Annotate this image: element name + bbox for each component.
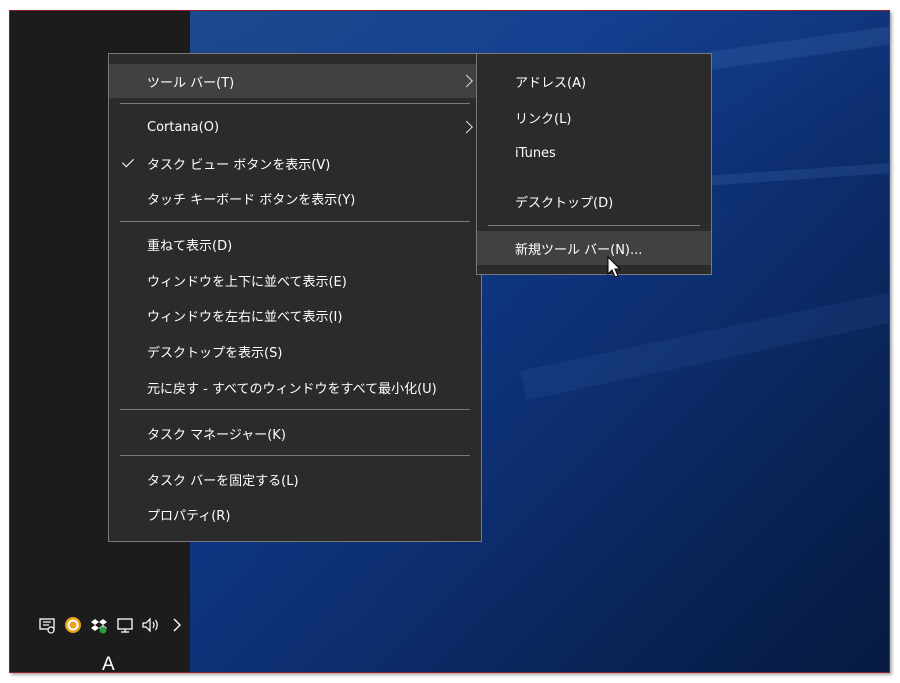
menu-item-label: ウィンドウを上下に並べて表示(E) xyxy=(147,274,347,290)
action-center-icon[interactable] xyxy=(36,614,58,636)
mouse-pointer-icon xyxy=(607,256,622,278)
menu-item-label: 新規ツール バー(N)... xyxy=(515,242,643,258)
menu-item-undo-minimize[interactable]: 元に戻す - すべてのウィンドウをすべて最小化(U) xyxy=(109,370,481,404)
ime-indicator[interactable]: A xyxy=(102,654,115,672)
menu-separator xyxy=(120,409,470,410)
chevron-right-icon xyxy=(460,120,473,134)
network-icon[interactable] xyxy=(114,614,136,636)
wallpaper-light-ray xyxy=(520,287,889,401)
menu-separator xyxy=(488,225,700,226)
menu-item-label: プロパティ(R) xyxy=(147,508,231,524)
menu-item-show-task-view[interactable]: タスク ビュー ボタンを表示(V) xyxy=(109,146,481,180)
checkmark-icon xyxy=(121,155,135,168)
menu-item-label: タスク バーを固定する(L) xyxy=(147,473,299,489)
dropbox-icon[interactable] xyxy=(88,614,110,636)
menu-item-label: リンク(L) xyxy=(515,111,572,127)
menu-separator xyxy=(120,455,470,456)
menu-item-lock-taskbar[interactable]: タスク バーを固定する(L) xyxy=(109,462,481,496)
submenu-item-links[interactable]: リンク(L) xyxy=(477,100,711,134)
menu-item-side-by-side[interactable]: ウィンドウを左右に並べて表示(I) xyxy=(109,298,481,332)
menu-item-label: タスク マネージャー(K) xyxy=(147,427,286,443)
menu-item-toolbars[interactable]: ツール バー(T) xyxy=(109,64,481,98)
menu-item-stack[interactable]: ウィンドウを上下に並べて表示(E) xyxy=(109,263,481,297)
volume-icon[interactable] xyxy=(140,614,162,636)
menu-item-cascade[interactable]: 重ねて表示(D) xyxy=(109,227,481,261)
system-tray xyxy=(36,613,192,637)
menu-item-label: ツール バー(T) xyxy=(147,75,235,91)
app-orange-icon[interactable] xyxy=(62,614,84,636)
menu-item-cortana[interactable]: Cortana(O) xyxy=(109,110,481,144)
menu-item-label: タスク ビュー ボタンを表示(V) xyxy=(147,157,331,173)
menu-item-task-manager[interactable]: タスク マネージャー(K) xyxy=(109,416,481,450)
menu-item-label: Cortana(O) xyxy=(147,119,220,135)
menu-item-label: iTunes xyxy=(515,145,556,161)
chevron-right-icon[interactable] xyxy=(166,614,188,636)
menu-item-show-touch-keyboard[interactable]: タッチ キーボード ボタンを表示(Y) xyxy=(109,181,481,215)
submenu-item-address[interactable]: アドレス(A) xyxy=(477,64,711,98)
menu-item-properties[interactable]: プロパティ(R) xyxy=(109,497,481,531)
toolbars-submenu: アドレス(A) リンク(L) iTunes デスクトップ(D) 新規ツール バー… xyxy=(476,53,712,275)
menu-item-label: タッチ キーボード ボタンを表示(Y) xyxy=(147,192,356,208)
menu-item-label: デスクトップを表示(S) xyxy=(147,345,283,361)
submenu-item-itunes[interactable]: iTunes xyxy=(477,136,711,170)
submenu-item-new-toolbar[interactable]: 新規ツール バー(N)... xyxy=(477,231,711,265)
menu-item-label: ウィンドウを左右に並べて表示(I) xyxy=(147,309,343,325)
taskbar-context-menu: ツール バー(T) Cortana(O) タスク ビュー ボタンを表示(V) タ… xyxy=(108,53,482,542)
menu-item-label: アドレス(A) xyxy=(515,75,587,91)
menu-item-label: 元に戻す - すべてのウィンドウをすべて最小化(U) xyxy=(147,381,437,397)
menu-item-show-desktop[interactable]: デスクトップを表示(S) xyxy=(109,334,481,368)
menu-separator xyxy=(120,221,470,222)
menu-item-label: デスクトップ(D) xyxy=(515,195,614,211)
chevron-right-icon xyxy=(460,74,473,88)
menu-separator xyxy=(120,103,470,104)
submenu-item-desktop[interactable]: デスクトップ(D) xyxy=(477,184,711,218)
menu-item-label: 重ねて表示(D) xyxy=(147,238,233,254)
